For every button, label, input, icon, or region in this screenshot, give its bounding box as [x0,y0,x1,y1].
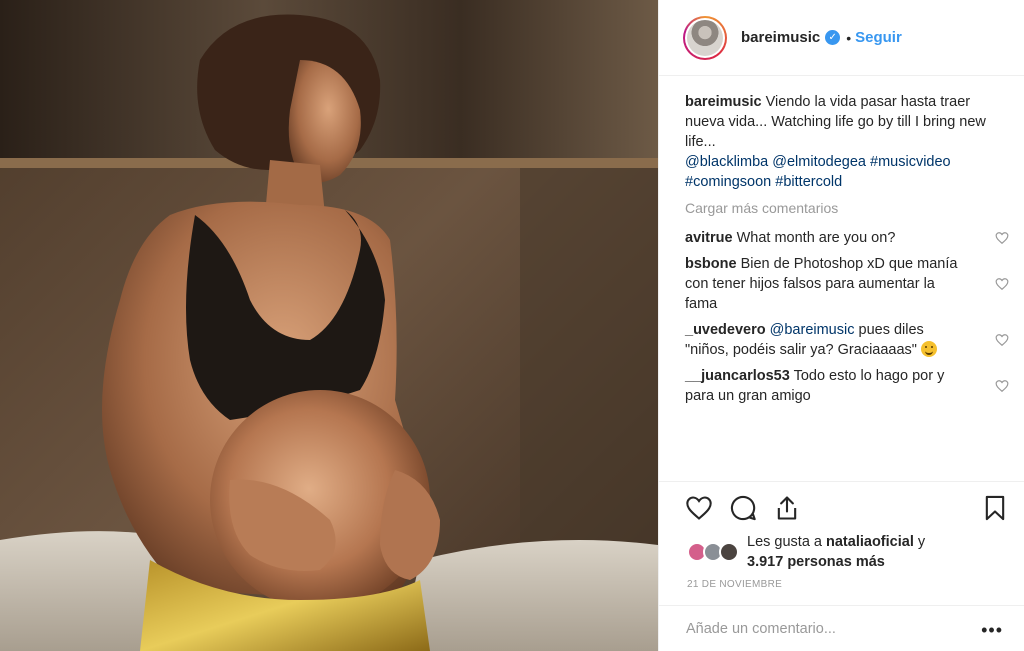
post-date[interactable]: 21 DE NOVIEMBRE [687,579,782,590]
comment-item: avitrue What month are you on? [685,228,1009,248]
smile-emoji-icon [920,341,937,357]
liker-avatar [719,542,739,562]
post-actions-section: Les gusta a nataliaoficial y 3.917 perso… [659,481,1024,605]
post-side-panel: bareimusic ✓ • Seguir bareimusic Viendo … [658,0,1024,651]
author-username[interactable]: bareimusic [741,29,820,46]
likes-summary: Les gusta a nataliaoficial y 3.917 perso… [687,532,925,572]
photo-illustration [0,0,658,651]
add-comment-input[interactable] [686,620,966,637]
like-comment-heart-icon[interactable] [995,277,1009,291]
comment-item: __juancarlos53 Todo esto lo hago por y p… [685,366,1009,406]
comment-username[interactable]: bsbone [685,256,737,272]
add-comment-bar: ••• [659,605,1024,651]
comment-item: _uvedevero @bareimusic pues diles "niños… [685,320,1009,360]
post-photo[interactable] [0,0,658,651]
liker-avatars[interactable] [687,542,741,562]
author-avatar[interactable] [683,15,727,60]
likes-count[interactable]: 3.917 personas más [747,554,885,570]
liker-username[interactable]: nataliaoficial [826,534,914,550]
likes-conjunction: y [917,534,926,550]
like-comment-heart-icon[interactable] [995,231,1009,245]
comment-mention[interactable]: @bareimusic [770,322,855,338]
like-heart-icon[interactable] [685,494,713,522]
verified-badge-icon: ✓ [825,30,841,45]
caption-tag[interactable]: @elmitodegea [772,154,866,170]
caption-tag[interactable]: #bittercold [775,174,842,190]
caption-tag[interactable]: #musicvideo [870,154,951,170]
caption-tag[interactable]: #comingsoon [685,174,771,190]
action-bar [685,494,1009,522]
like-comment-heart-icon[interactable] [995,379,1009,393]
comment-item: bsbone Bien de Photoshop xD que manía co… [685,254,1009,314]
save-bookmark-icon[interactable] [981,494,1009,522]
more-options-icon[interactable]: ••• [981,620,1003,641]
load-more-comments-button[interactable]: Cargar más comentarios [685,198,1001,218]
share-icon[interactable] [773,494,801,522]
likes-text: Les gusta a nataliaoficial y 3.917 perso… [747,532,925,572]
like-comment-heart-icon[interactable] [995,333,1009,347]
comment-text: What month are you on? [736,230,896,246]
post-header: bareimusic ✓ • Seguir [659,0,1024,76]
comment-username[interactable]: _uvedevero [685,322,766,338]
follow-button[interactable]: Seguir [855,29,902,46]
comment-bubble-icon[interactable] [729,494,757,522]
caption-username[interactable]: bareimusic [685,94,762,110]
comment-username[interactable]: __juancarlos53 [685,368,790,384]
header-separator: • [846,29,852,46]
comments-section: bareimusic Viendo la vida pasar hasta tr… [685,92,1009,412]
comment-username[interactable]: avitrue [685,230,733,246]
post-caption: bareimusic Viendo la vida pasar hasta tr… [685,92,1001,192]
caption-tag[interactable]: @blacklimba [685,154,768,170]
likes-prefix: Les gusta a [747,534,822,550]
